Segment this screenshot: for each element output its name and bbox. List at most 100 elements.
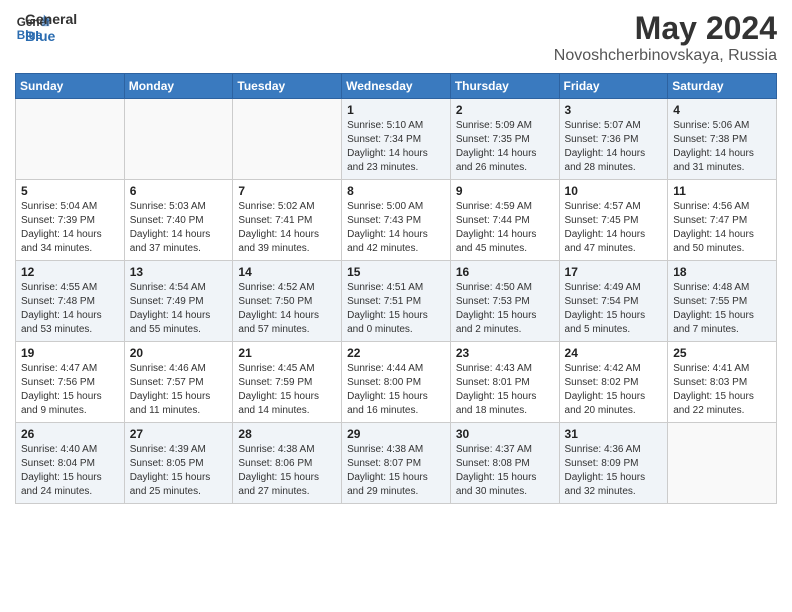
day-info: Sunrise: 4:46 AM Sunset: 7:57 PM Dayligh… [130,362,228,418]
day-header-thursday: Thursday [450,74,559,99]
calendar-cell: 10 Sunrise: 4:57 AM Sunset: 7:45 PM Dayli… [559,180,668,261]
calendar-cell: 27 Sunrise: 4:39 AM Sunset: 8:05 PM Dayli… [124,423,233,504]
day-info: Sunrise: 4:37 AM Sunset: 8:08 PM Dayligh… [456,443,554,499]
day-number: 26 [21,427,119,441]
day-number: 10 [565,184,663,198]
day-number: 2 [456,103,554,117]
day-info: Sunrise: 4:57 AM Sunset: 7:45 PM Dayligh… [565,200,663,256]
day-number: 30 [456,427,554,441]
day-number: 1 [347,103,445,117]
logo: General Blue General Blue [15,10,77,46]
day-number: 4 [673,103,771,117]
day-header-monday: Monday [124,74,233,99]
day-info: Sunrise: 4:43 AM Sunset: 8:01 PM Dayligh… [456,362,554,418]
day-info: Sunrise: 5:07 AM Sunset: 7:36 PM Dayligh… [565,119,663,175]
day-number: 14 [238,265,336,279]
calendar-cell: 12 Sunrise: 4:55 AM Sunset: 7:48 PM Dayli… [16,261,125,342]
day-info: Sunrise: 4:47 AM Sunset: 7:56 PM Dayligh… [21,362,119,418]
day-number: 12 [21,265,119,279]
day-header-saturday: Saturday [668,74,777,99]
day-number: 28 [238,427,336,441]
day-number: 6 [130,184,228,198]
day-header-friday: Friday [559,74,668,99]
calendar-cell: 14 Sunrise: 4:52 AM Sunset: 7:50 PM Dayli… [233,261,342,342]
day-header-sunday: Sunday [16,74,125,99]
day-info: Sunrise: 5:00 AM Sunset: 7:43 PM Dayligh… [347,200,445,256]
day-number: 20 [130,346,228,360]
calendar-cell: 15 Sunrise: 4:51 AM Sunset: 7:51 PM Dayli… [342,261,451,342]
calendar-cell: 16 Sunrise: 4:50 AM Sunset: 7:53 PM Dayli… [450,261,559,342]
day-info: Sunrise: 4:45 AM Sunset: 7:59 PM Dayligh… [238,362,336,418]
day-number: 24 [565,346,663,360]
calendar-cell: 31Sunrise: 4:36 AM Sunset: 8:09 PM Dayli… [559,423,668,504]
day-number: 17 [565,265,663,279]
day-info: Sunrise: 4:40 AM Sunset: 8:04 PM Dayligh… [21,443,119,499]
day-info: Sunrise: 4:38 AM Sunset: 8:07 PM Dayligh… [347,443,445,499]
day-info: Sunrise: 5:10 AM Sunset: 7:34 PM Dayligh… [347,119,445,175]
calendar-cell: 8Sunrise: 5:00 AM Sunset: 7:43 PM Daylig… [342,180,451,261]
calendar-cell: 6 Sunrise: 5:03 AM Sunset: 7:40 PM Daylig… [124,180,233,261]
calendar-table: SundayMondayTuesdayWednesdayThursdayFrid… [15,73,777,504]
calendar-cell: 28Sunrise: 4:38 AM Sunset: 8:06 PM Dayli… [233,423,342,504]
title-block: May 2024 Novoshcherbinovskaya, Russia [554,10,777,65]
calendar-cell: 19 Sunrise: 4:47 AM Sunset: 7:56 PM Dayli… [16,342,125,423]
subtitle: Novoshcherbinovskaya, Russia [554,47,777,65]
calendar-cell: 21Sunrise: 4:45 AM Sunset: 7:59 PM Dayli… [233,342,342,423]
calendar-cell: 23Sunrise: 4:43 AM Sunset: 8:01 PM Dayli… [450,342,559,423]
day-number: 3 [565,103,663,117]
day-number: 5 [21,184,119,198]
day-info: Sunrise: 4:50 AM Sunset: 7:53 PM Dayligh… [456,281,554,337]
day-info: Sunrise: 4:56 AM Sunset: 7:47 PM Dayligh… [673,200,771,256]
day-info: Sunrise: 4:55 AM Sunset: 7:48 PM Dayligh… [21,281,119,337]
calendar-cell: 3 Sunrise: 5:07 AM Sunset: 7:36 PM Daylig… [559,99,668,180]
day-number: 22 [347,346,445,360]
day-info: Sunrise: 5:04 AM Sunset: 7:39 PM Dayligh… [21,200,119,256]
calendar-cell: 18 Sunrise: 4:48 AM Sunset: 7:55 PM Dayli… [668,261,777,342]
day-number: 16 [456,265,554,279]
day-number: 15 [347,265,445,279]
day-number: 18 [673,265,771,279]
calendar-cell: 2Sunrise: 5:09 AM Sunset: 7:35 PM Daylig… [450,99,559,180]
calendar-cell: 9 Sunrise: 4:59 AM Sunset: 7:44 PM Daylig… [450,180,559,261]
day-info: Sunrise: 4:59 AM Sunset: 7:44 PM Dayligh… [456,200,554,256]
day-number: 7 [238,184,336,198]
day-header-tuesday: Tuesday [233,74,342,99]
page-header: General Blue General Blue May 2024 Novos… [15,10,777,65]
day-info: Sunrise: 4:41 AM Sunset: 8:03 PM Dayligh… [673,362,771,418]
day-info: Sunrise: 4:36 AM Sunset: 8:09 PM Dayligh… [565,443,663,499]
day-number: 19 [21,346,119,360]
day-number: 27 [130,427,228,441]
day-header-wednesday: Wednesday [342,74,451,99]
day-info: Sunrise: 5:02 AM Sunset: 7:41 PM Dayligh… [238,200,336,256]
calendar-cell: 30 Sunrise: 4:37 AM Sunset: 8:08 PM Dayli… [450,423,559,504]
day-info: Sunrise: 4:52 AM Sunset: 7:50 PM Dayligh… [238,281,336,337]
day-info: Sunrise: 5:06 AM Sunset: 7:38 PM Dayligh… [673,119,771,175]
day-info: Sunrise: 4:48 AM Sunset: 7:55 PM Dayligh… [673,281,771,337]
day-info: Sunrise: 4:49 AM Sunset: 7:54 PM Dayligh… [565,281,663,337]
calendar-cell: 29 Sunrise: 4:38 AM Sunset: 8:07 PM Dayli… [342,423,451,504]
day-info: Sunrise: 4:54 AM Sunset: 7:49 PM Dayligh… [130,281,228,337]
calendar-cell: 7 Sunrise: 5:02 AM Sunset: 7:41 PM Daylig… [233,180,342,261]
calendar-cell: 25 Sunrise: 4:41 AM Sunset: 8:03 PM Dayli… [668,342,777,423]
day-number: 25 [673,346,771,360]
calendar-cell: 4 Sunrise: 5:06 AM Sunset: 7:38 PM Daylig… [668,99,777,180]
calendar-cell: 22 Sunrise: 4:44 AM Sunset: 8:00 PM Dayli… [342,342,451,423]
calendar-cell: 20 Sunrise: 4:46 AM Sunset: 7:57 PM Dayli… [124,342,233,423]
day-number: 13 [130,265,228,279]
main-title: May 2024 [554,10,777,47]
calendar-cell: 24 Sunrise: 4:42 AM Sunset: 8:02 PM Dayli… [559,342,668,423]
calendar-cell: 5 Sunrise: 5:04 AM Sunset: 7:39 PM Daylig… [16,180,125,261]
day-info: Sunrise: 4:44 AM Sunset: 8:00 PM Dayligh… [347,362,445,418]
calendar-cell [124,99,233,180]
calendar-cell: 13 Sunrise: 4:54 AM Sunset: 7:49 PM Dayli… [124,261,233,342]
day-number: 9 [456,184,554,198]
calendar-cell [16,99,125,180]
day-number: 11 [673,184,771,198]
day-info: Sunrise: 4:51 AM Sunset: 7:51 PM Dayligh… [347,281,445,337]
calendar-cell: 26 Sunrise: 4:40 AM Sunset: 8:04 PM Dayli… [16,423,125,504]
day-info: Sunrise: 4:42 AM Sunset: 8:02 PM Dayligh… [565,362,663,418]
day-info: Sunrise: 5:03 AM Sunset: 7:40 PM Dayligh… [130,200,228,256]
day-info: Sunrise: 4:39 AM Sunset: 8:05 PM Dayligh… [130,443,228,499]
day-number: 29 [347,427,445,441]
calendar-cell: 11 Sunrise: 4:56 AM Sunset: 7:47 PM Dayli… [668,180,777,261]
